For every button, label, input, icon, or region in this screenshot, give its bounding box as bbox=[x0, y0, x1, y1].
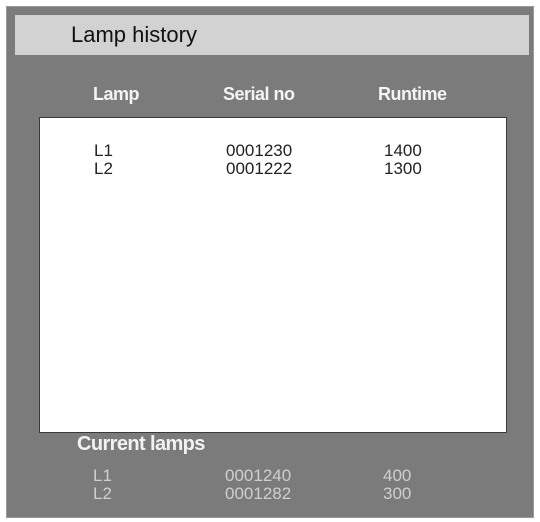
runtime-cell: 300 bbox=[383, 484, 412, 503]
runtime-cell: 1300 bbox=[384, 159, 422, 178]
current-lamps-heading: Current lamps bbox=[77, 433, 205, 455]
lamp-cell: L1 bbox=[93, 466, 112, 485]
current-lamp-row: L1 0001240 400 bbox=[7, 467, 533, 485]
column-header-runtime: Runtime bbox=[378, 84, 447, 104]
lamp-history-panel: Lamp history Lamp Serial no Runtime L1 0… bbox=[6, 6, 534, 518]
runtime-cell: 400 bbox=[383, 466, 412, 485]
table-row[interactable]: L2 0001222 1300 bbox=[40, 160, 506, 178]
lamp-cell: L2 bbox=[94, 159, 113, 178]
column-header-serial-no: Serial no bbox=[223, 84, 295, 104]
serial-cell: 0001222 bbox=[226, 159, 293, 178]
lamp-cell: L2 bbox=[93, 484, 112, 503]
title-bar: Lamp history bbox=[15, 15, 529, 55]
lamp-history-list[interactable]: L1 0001230 1400 L2 0001222 1300 bbox=[39, 117, 507, 433]
serial-cell: 0001230 bbox=[226, 141, 293, 160]
window-title: Lamp history bbox=[71, 22, 197, 47]
column-header-lamp: Lamp bbox=[93, 84, 140, 104]
lamp-cell: L1 bbox=[94, 141, 113, 160]
serial-cell: 0001282 bbox=[225, 484, 292, 503]
serial-cell: 0001240 bbox=[225, 466, 292, 485]
current-lamp-row: L2 0001282 300 bbox=[7, 485, 533, 503]
runtime-cell: 1400 bbox=[384, 141, 422, 160]
table-row[interactable]: L1 0001230 1400 bbox=[40, 142, 506, 160]
